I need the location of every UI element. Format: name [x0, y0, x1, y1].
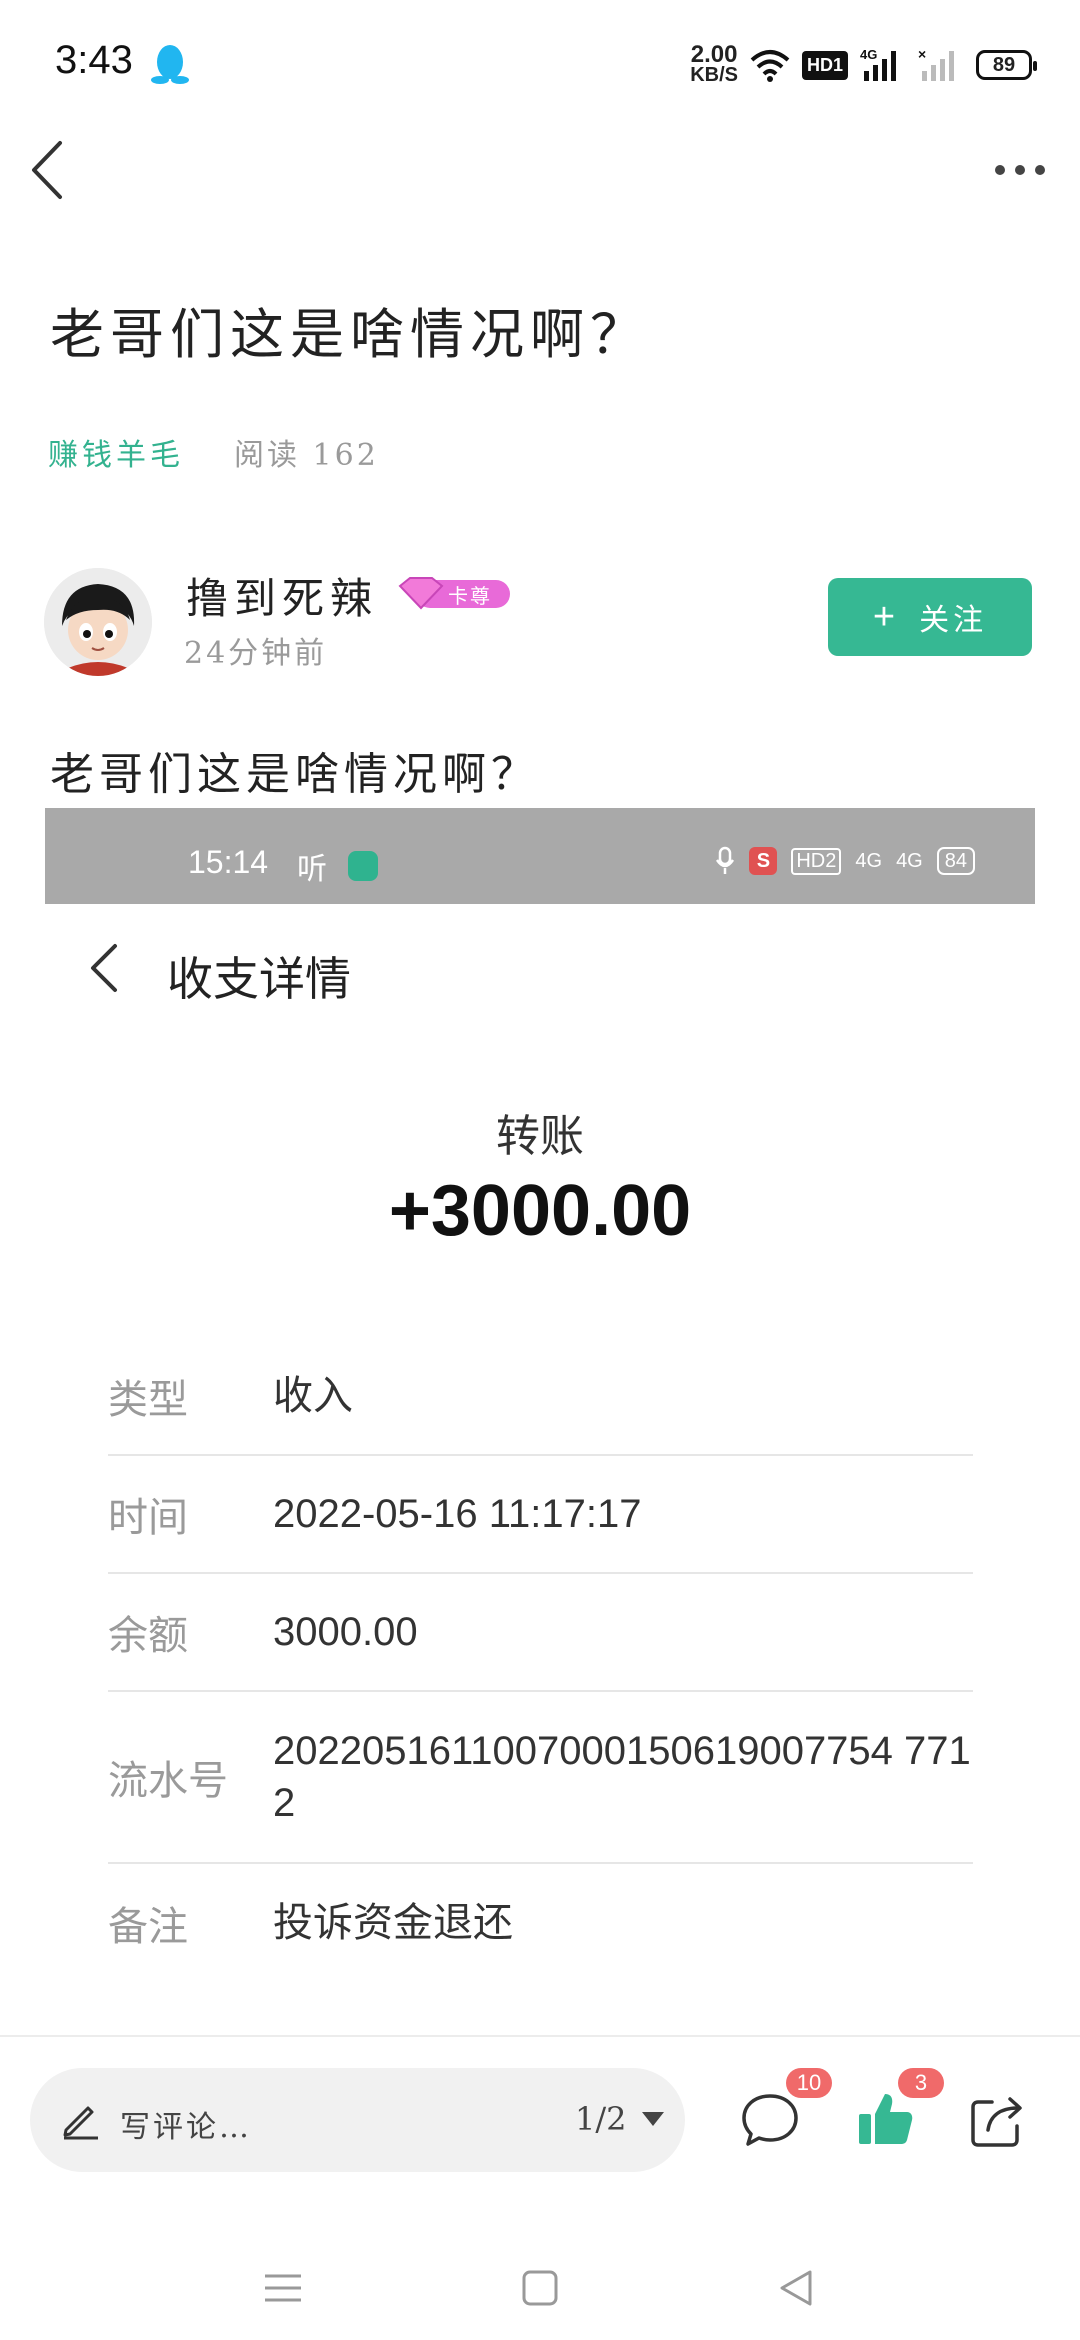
post-body: 老哥们这是啥情况啊？ [50, 749, 540, 800]
image-status-time: 15:14 [188, 844, 269, 880]
status-time: 3:43 [55, 38, 133, 82]
follow-button[interactable]: + 关注 [828, 578, 1032, 656]
detail-value: 2022-05-16 11:17:17 [273, 1492, 642, 1536]
post-title: 老哥们这是啥情况啊？ [50, 303, 650, 366]
svg-text:×: × [918, 47, 926, 62]
detail-row: 类型 收入 [108, 1338, 973, 1456]
status-bar: 3:43 2.00 KB/S HD1 4G × 89 [0, 0, 1080, 130]
transaction-kind: 转账 [496, 1111, 584, 1162]
image-status-bar: 15:14 听 S HD2 4G 4G 84 [45, 808, 1035, 904]
caret-down-icon[interactable] [640, 2110, 666, 2128]
post-meta: 赚钱羊毛 阅读 162 [48, 430, 379, 474]
image-signal-1: 4G [855, 849, 883, 872]
detail-value: 2022051611007000150619007754 7712 [273, 1729, 971, 1825]
qq-penguin-icon [151, 45, 189, 84]
author-name[interactable]: 撸到死辣 [186, 565, 378, 626]
net-speed: 2.00 KB/S [690, 41, 738, 86]
like-count-badge: 3 [898, 2068, 944, 2098]
page-indicator[interactable]: 1/2 [575, 2100, 627, 2138]
more-icon[interactable] [990, 150, 1050, 190]
vip-badge: 卡尊 [396, 574, 512, 612]
system-back-icon[interactable] [778, 2268, 814, 2308]
wifi-icon [750, 50, 790, 82]
security-app-icon: S [749, 847, 778, 875]
image-hd-icon: HD2 [791, 847, 842, 875]
post-image[interactable]: 15:14 听 S HD2 4G 4G 84 收支详情 转账 +3000.00 … [45, 808, 1035, 2038]
detail-value: 3000.00 [273, 1610, 418, 1654]
detail-row: 备注 投诉资金退还 [108, 1864, 973, 1982]
detail-value: 收入 [273, 1374, 353, 1418]
detail-label: 类型 [108, 1377, 188, 1423]
system-nav-bar [0, 2240, 1080, 2340]
detail-row: 时间 2022-05-16 11:17:17 [108, 1456, 973, 1574]
category-link[interactable]: 赚钱羊毛 [48, 430, 184, 474]
image-signal-2: 4G [896, 849, 923, 872]
image-back-icon [91, 944, 117, 992]
read-count: 阅读 162 [234, 438, 379, 473]
battery-icon: 89 [976, 50, 1037, 80]
signal-empty-icon: × [918, 47, 954, 81]
comment-icon[interactable] [740, 2090, 800, 2150]
comment-count-badge: 10 [786, 2068, 832, 2098]
image-app-icon: 听 [297, 852, 327, 887]
plus-icon: + [872, 595, 900, 638]
comment-input[interactable]: 写评论… 1/2 [30, 2068, 685, 2172]
thumbs-up-icon[interactable] [855, 2088, 915, 2148]
svg-text:4G: 4G [860, 47, 877, 62]
image-page-title: 收支详情 [167, 952, 351, 1006]
transaction-amount: +3000.00 [388, 1171, 692, 1251]
transaction-details: 类型 收入 时间 2022-05-16 11:17:17 余额 3000.00 … [108, 1338, 973, 1982]
image-battery: 84 [936, 847, 975, 875]
comment-placeholder: 写评论… [120, 2110, 252, 2145]
detail-label: 余额 [108, 1613, 188, 1659]
detail-value: 投诉资金退还 [273, 1901, 513, 1945]
detail-row: 流水号 2022051611007000150619007754 7712 [108, 1692, 973, 1864]
image-status-icons: S HD2 4G 4G 84 [715, 846, 975, 876]
status-icons: 2.00 KB/S HD1 4G × 89 [690, 40, 1037, 90]
signal-4g-icon: 4G [860, 47, 896, 81]
back-icon[interactable] [24, 135, 74, 205]
follow-label: 关注 [919, 603, 988, 638]
vip-badge-label: 卡尊 [448, 584, 492, 608]
shield-icon [348, 851, 378, 881]
mic-icon [716, 846, 735, 874]
home-icon[interactable] [520, 2268, 560, 2308]
share-icon[interactable] [968, 2092, 1026, 2150]
menu-icon[interactable] [262, 2270, 304, 2306]
divider [0, 2035, 1080, 2037]
avatar[interactable] [44, 568, 152, 676]
hd-icon: HD1 [801, 50, 848, 80]
detail-row: 余额 3000.00 [108, 1574, 973, 1692]
detail-label: 备注 [108, 1904, 188, 1950]
pen-icon [63, 2106, 98, 2140]
avatar-image [44, 568, 152, 676]
detail-label: 流水号 [108, 1758, 228, 1804]
detail-label: 时间 [108, 1495, 188, 1541]
post-time: 24分钟前 [184, 636, 328, 671]
